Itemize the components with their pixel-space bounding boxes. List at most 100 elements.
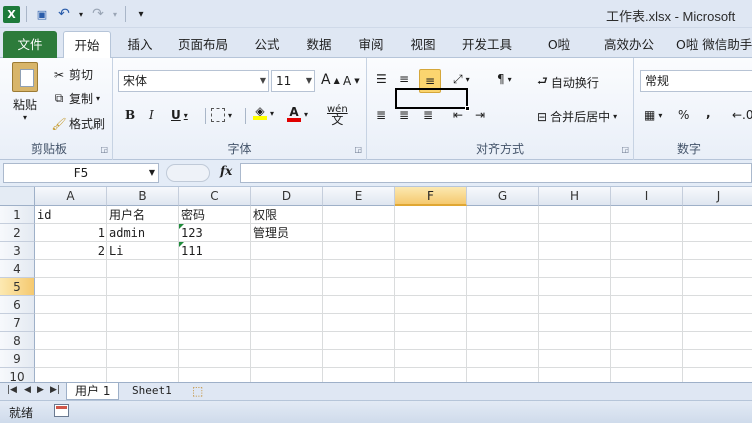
row-header-9[interactable]: 9	[0, 350, 35, 368]
undo-icon[interactable]: ↶	[55, 5, 73, 23]
tab-ola[interactable]: O啦	[540, 31, 578, 58]
tab-page-layout[interactable]: 页面布局	[172, 31, 234, 58]
clipboard-launcher-icon[interactable]: ◲	[100, 145, 108, 154]
align-left-button[interactable]: ≣	[376, 108, 386, 122]
increase-indent-button[interactable]: ⇥	[475, 108, 485, 122]
grow-font-button[interactable]: A ▲	[321, 72, 340, 88]
tab-insert[interactable]: 插入	[120, 31, 160, 58]
rtl-button[interactable]: ¶ ▾	[497, 72, 512, 86]
copy-button[interactable]: ⧉ 复制 ▾	[52, 90, 100, 107]
cell-c3[interactable]: 111	[179, 242, 323, 260]
tab-developer[interactable]: 开发工具	[456, 31, 518, 58]
formula-input[interactable]	[240, 163, 752, 183]
font-size-select[interactable]: 11 ▼	[271, 70, 315, 92]
column-header-a[interactable]: A	[35, 187, 107, 206]
bold-button[interactable]: B	[125, 108, 135, 122]
tab-review[interactable]: 审阅	[352, 31, 390, 58]
decrease-indent-button[interactable]: ⇤	[453, 108, 463, 122]
prev-sheet-icon[interactable]: ◀	[24, 385, 31, 395]
tab-ola-wechat[interactable]: O啦 微信助手	[676, 31, 752, 58]
insert-function-icon[interactable]: fx	[220, 164, 232, 178]
alignment-group-label: 对齐方式	[475, 142, 524, 156]
save-icon[interactable]: ▣	[33, 5, 51, 23]
chevron-down-icon: ▼	[305, 76, 312, 85]
column-header-c[interactable]: C	[179, 187, 251, 206]
row-header-10[interactable]: 10	[0, 368, 35, 382]
customize-qat-icon[interactable]: ▾	[132, 5, 150, 23]
borders-button[interactable]: ▾	[211, 108, 232, 122]
paste-button[interactable]: 粘贴 ▾	[8, 62, 42, 122]
align-center-button[interactable]: ≣	[399, 108, 409, 122]
merge-center-button[interactable]: ⊟ 合并后居中 ▾	[537, 108, 617, 125]
undo-dropdown-icon[interactable]: ▾	[77, 5, 85, 23]
sheet-tab-sheet1[interactable]: Sheet1	[124, 383, 180, 400]
cell-d2[interactable]: 管理员	[251, 224, 395, 242]
row-header-6[interactable]: 6	[0, 296, 35, 314]
wrap-text-label: 自动换行	[550, 76, 599, 90]
cell-a2[interactable]: 1	[35, 224, 107, 242]
column-header-f[interactable]: F	[395, 187, 467, 206]
format-painter-button[interactable]: 🖌 格式刷	[51, 115, 105, 132]
column-header-d[interactable]: D	[251, 187, 323, 206]
comma-button[interactable]: ,	[706, 106, 711, 120]
font-name-select[interactable]: 宋体 ▼	[118, 70, 269, 92]
fill-color-button[interactable]: ◈ ▾	[253, 105, 274, 120]
font-launcher-icon[interactable]: ◲	[354, 145, 362, 154]
cell-d1[interactable]: 权限	[251, 206, 395, 224]
cell-a3[interactable]: 2	[35, 242, 107, 260]
column-header-h[interactable]: H	[539, 187, 611, 206]
cut-button[interactable]: ✂ 剪切	[52, 66, 93, 83]
phonetic-button[interactable]: wén 文	[327, 104, 348, 126]
tab-file[interactable]: 文件	[3, 31, 57, 58]
row-header-2[interactable]: 2	[0, 224, 35, 242]
align-right-button[interactable]: ≣	[423, 108, 433, 122]
first-sheet-icon[interactable]: |◀	[7, 385, 17, 395]
number-format-select[interactable]: 常规	[640, 70, 752, 92]
increase-decimal-button[interactable]: ←.0	[732, 108, 752, 122]
wrap-text-button[interactable]: ⮐ 自动换行	[537, 72, 599, 93]
align-bottom-button[interactable]: ≡	[419, 69, 441, 93]
shrink-font-button[interactable]: A ▼	[343, 74, 360, 88]
align-top-button[interactable]: ☰	[376, 72, 387, 86]
font-color-button[interactable]: A ▾	[287, 106, 308, 122]
sheet-tab-users[interactable]: 用户 1	[66, 383, 120, 400]
percent-button[interactable]: %	[678, 108, 689, 122]
tab-office-efficiency[interactable]: 高效办公	[598, 31, 660, 58]
accounting-format-button[interactable]: ▦ ▾	[644, 108, 662, 122]
redo-icon[interactable]: ↷	[89, 5, 107, 23]
next-sheet-icon[interactable]: ▶	[37, 385, 44, 395]
column-header-e[interactable]: E	[323, 187, 395, 206]
formula-expand-handle[interactable]	[166, 164, 210, 182]
new-sheet-button[interactable]: ⬚	[184, 383, 211, 400]
last-sheet-icon[interactable]: ▶|	[50, 385, 60, 395]
tab-formulas[interactable]: 公式	[248, 31, 286, 58]
macro-record-icon[interactable]	[54, 404, 69, 417]
row-header-8[interactable]: 8	[0, 332, 35, 350]
name-box[interactable]: F5 ▼	[3, 163, 159, 183]
border-icon	[211, 108, 225, 122]
redo-dropdown-icon[interactable]: ▾	[111, 5, 119, 23]
worksheet-grid[interactable]: ABCDEFGHIJ 1 2 3 4 5 6 7 8 9 10 id 用户名 密码 权限 1 admin 12…	[0, 187, 752, 382]
column-header-i[interactable]: I	[611, 187, 683, 206]
column-header-g[interactable]: G	[467, 187, 539, 206]
row-header-7[interactable]: 7	[0, 314, 35, 332]
excel-logo-icon[interactable]: X	[3, 5, 20, 23]
align-left-icon: ≣	[376, 108, 387, 122]
align-middle-button[interactable]: ≡	[399, 72, 409, 86]
tab-data[interactable]: 数据	[300, 31, 338, 58]
orientation-button[interactable]: ⤢ ▾	[453, 72, 470, 87]
select-all-corner[interactable]	[0, 187, 35, 206]
row-header-1[interactable]: 1	[0, 206, 35, 224]
alignment-group: ☰ ≡ ≡ ⤢ ▾ ¶ ▾ ⮐ 自动换行 ≣ ≣ ≣ ⇤ ⇥ ⊟ 合并后居中 ▾ 对…	[367, 58, 634, 160]
column-header-j[interactable]: J	[683, 187, 752, 206]
cell-area[interactable]: id 用户名 密码 权限 1 admin 123 管理员 2 Li 111	[35, 206, 752, 382]
column-header-b[interactable]: B	[107, 187, 179, 206]
underline-button[interactable]: U ▾	[171, 108, 188, 122]
row-header-3[interactable]: 3	[0, 242, 35, 260]
tab-home[interactable]: 开始	[63, 31, 111, 59]
italic-button[interactable]: I	[149, 108, 154, 122]
tab-view[interactable]: 视图	[404, 31, 442, 58]
row-header-4[interactable]: 4	[0, 260, 35, 278]
row-header-5[interactable]: 5	[0, 278, 35, 296]
alignment-launcher-icon[interactable]: ◲	[621, 145, 629, 154]
